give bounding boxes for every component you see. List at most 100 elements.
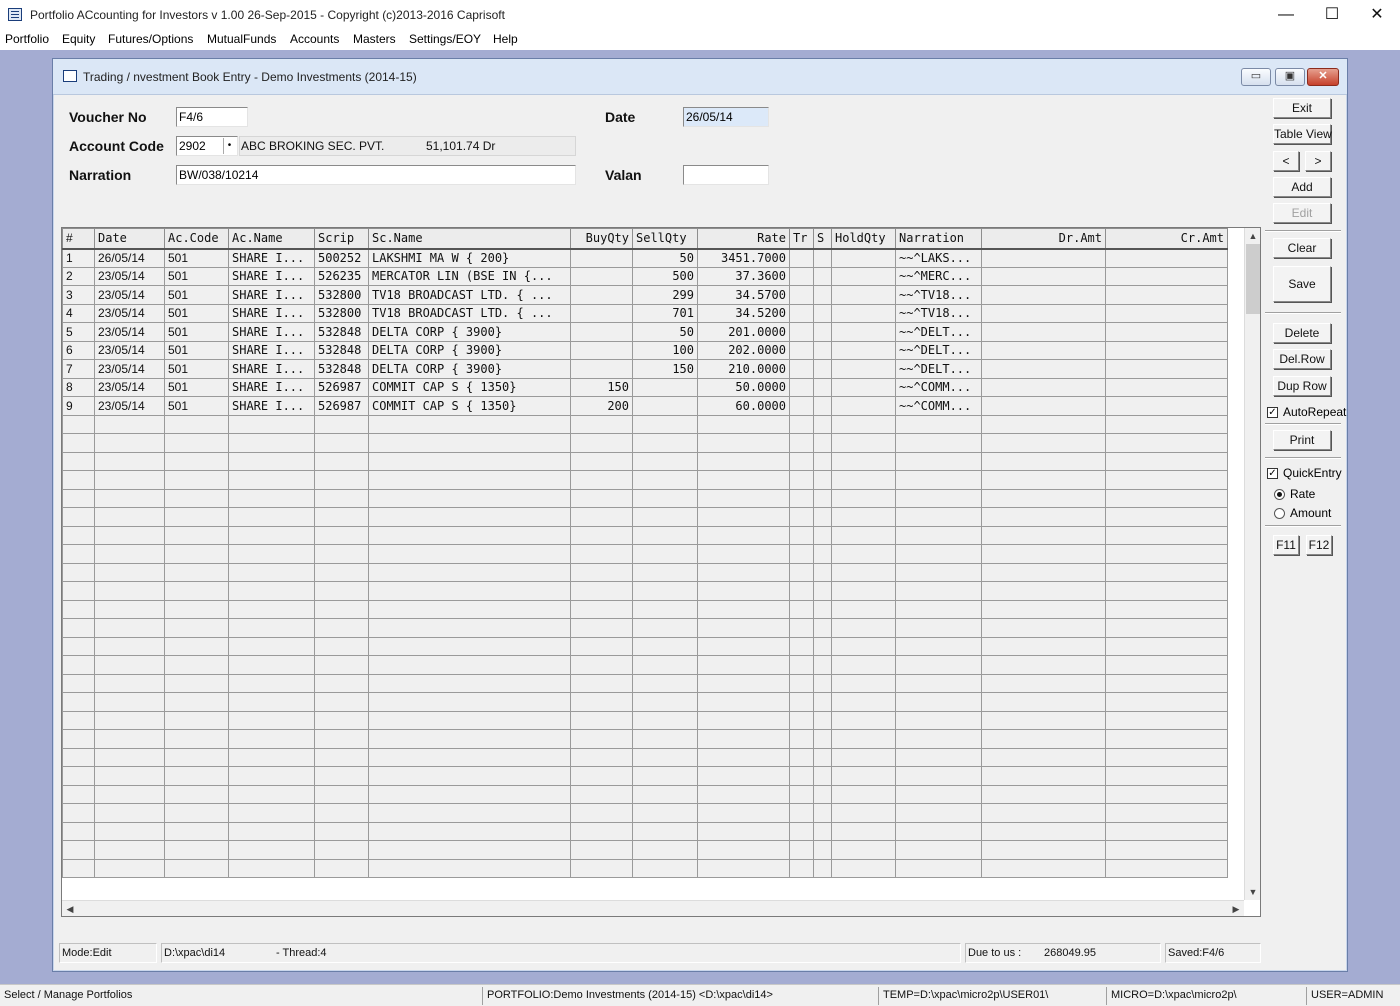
cell-s[interactable] — [813, 562, 832, 582]
cell-s[interactable] — [813, 710, 832, 730]
date-field[interactable]: 26/05/14 — [683, 107, 769, 127]
cell-date[interactable] — [94, 710, 165, 730]
cell-hold-qty[interactable] — [831, 692, 896, 712]
col-header-sell-qty[interactable]: SellQty — [632, 228, 698, 250]
cell-hold-qty[interactable] — [831, 766, 896, 786]
table-row[interactable] — [62, 636, 1228, 656]
cell-tr[interactable] — [789, 747, 814, 767]
cell-ac-name[interactable] — [228, 766, 315, 786]
cell-s[interactable] — [813, 581, 832, 601]
cell-buy-qty[interactable] — [570, 525, 633, 545]
cell-dr-amt[interactable] — [981, 525, 1106, 545]
cell-cr-amt[interactable] — [1105, 636, 1228, 656]
cell-tr[interactable] — [789, 525, 814, 545]
cell-num[interactable] — [62, 729, 95, 749]
cell-sell-qty[interactable] — [632, 655, 698, 675]
cell-ac-code[interactable] — [164, 673, 229, 693]
cell-sell-qty[interactable] — [632, 544, 698, 564]
cell-buy-qty[interactable] — [570, 322, 633, 342]
cell-date[interactable] — [94, 414, 165, 434]
cell-scrip[interactable] — [314, 673, 369, 693]
cell-sc-name[interactable]: TV18 BROADCAST LTD. { ... — [368, 303, 571, 323]
cell-sc-name[interactable] — [368, 618, 571, 638]
menu-equity[interactable]: Equity — [62, 32, 95, 46]
cell-buy-qty[interactable] — [570, 803, 633, 823]
cell-ac-name[interactable] — [228, 451, 315, 471]
cell-sc-name[interactable] — [368, 747, 571, 767]
cell-date[interactable] — [94, 766, 165, 786]
cell-sell-qty[interactable] — [632, 507, 698, 527]
cell-num[interactable] — [62, 821, 95, 841]
cell-rate[interactable] — [697, 840, 790, 860]
cell-s[interactable] — [813, 655, 832, 675]
cell-dr-amt[interactable] — [981, 303, 1106, 323]
cell-hold-qty[interactable] — [831, 507, 896, 527]
cell-sc-name[interactable] — [368, 784, 571, 804]
cell-hold-qty[interactable] — [831, 599, 896, 619]
cell-cr-amt[interactable] — [1105, 710, 1228, 730]
cell-narration[interactable]: ~~^TV18... — [895, 303, 982, 323]
menu-portfolio[interactable]: Portfolio — [5, 32, 49, 46]
table-row[interactable] — [62, 840, 1228, 860]
cell-date[interactable] — [94, 821, 165, 841]
cell-tr[interactable] — [789, 599, 814, 619]
cell-date[interactable] — [94, 544, 165, 564]
cell-rate[interactable]: 210.0000 — [697, 359, 790, 379]
cell-sell-qty[interactable]: 50 — [632, 322, 698, 342]
cell-rate[interactable] — [697, 414, 790, 434]
cell-sc-name[interactable]: MERCATOR LIN (BSE IN {... — [368, 266, 571, 286]
cell-sell-qty[interactable] — [632, 618, 698, 638]
cell-cr-amt[interactable] — [1105, 747, 1228, 767]
cell-dr-amt[interactable] — [981, 248, 1106, 268]
cell-scrip[interactable] — [314, 433, 369, 453]
cell-scrip[interactable]: 532800 — [314, 285, 369, 305]
cell-ac-name[interactable] — [228, 784, 315, 804]
cell-sc-name[interactable] — [368, 470, 571, 490]
cell-cr-amt[interactable] — [1105, 470, 1228, 490]
cell-s[interactable] — [813, 840, 832, 860]
cell-ac-code[interactable]: 501 — [164, 303, 229, 323]
table-row[interactable] — [62, 655, 1228, 675]
cell-sell-qty[interactable] — [632, 581, 698, 601]
table-row[interactable] — [62, 581, 1228, 601]
cell-dr-amt[interactable] — [981, 747, 1106, 767]
cell-narration[interactable] — [895, 747, 982, 767]
table-view-button[interactable]: Table View — [1273, 124, 1332, 144]
cell-num[interactable]: 1 — [62, 248, 95, 268]
cell-dr-amt[interactable] — [981, 488, 1106, 508]
exit-button[interactable]: Exit — [1273, 98, 1331, 118]
cell-cr-amt[interactable] — [1105, 303, 1228, 323]
cell-rate[interactable] — [697, 451, 790, 471]
cell-tr[interactable] — [789, 396, 814, 416]
cell-tr[interactable] — [789, 673, 814, 693]
cell-narration[interactable] — [895, 599, 982, 619]
cell-date[interactable]: 23/05/14 — [94, 396, 165, 416]
cell-dr-amt[interactable] — [981, 340, 1106, 360]
cell-buy-qty[interactable] — [570, 821, 633, 841]
maximize-button[interactable]: ☐ — [1309, 0, 1355, 30]
cell-hold-qty[interactable] — [831, 858, 896, 878]
cell-dr-amt[interactable] — [981, 692, 1106, 712]
cell-cr-amt[interactable] — [1105, 488, 1228, 508]
cell-cr-amt[interactable] — [1105, 322, 1228, 342]
cell-sc-name[interactable] — [368, 414, 571, 434]
cell-sell-qty[interactable] — [632, 377, 698, 397]
table-row[interactable] — [62, 488, 1228, 508]
cell-scrip[interactable] — [314, 544, 369, 564]
table-row[interactable] — [62, 729, 1228, 749]
cell-ac-code[interactable] — [164, 599, 229, 619]
cell-num[interactable] — [62, 840, 95, 860]
cell-sell-qty[interactable] — [632, 433, 698, 453]
cell-cr-amt[interactable] — [1105, 729, 1228, 749]
cell-dr-amt[interactable] — [981, 322, 1106, 342]
prev-button[interactable]: < — [1273, 151, 1299, 171]
cell-dr-amt[interactable] — [981, 266, 1106, 286]
cell-hold-qty[interactable] — [831, 729, 896, 749]
cell-num[interactable] — [62, 433, 95, 453]
cell-ac-name[interactable] — [228, 562, 315, 582]
cell-sc-name[interactable] — [368, 858, 571, 878]
cell-sc-name[interactable]: DELTA CORP { 3900} — [368, 359, 571, 379]
cell-ac-code[interactable]: 501 — [164, 377, 229, 397]
cell-dr-amt[interactable] — [981, 359, 1106, 379]
cell-narration[interactable]: ~~^DELT... — [895, 340, 982, 360]
